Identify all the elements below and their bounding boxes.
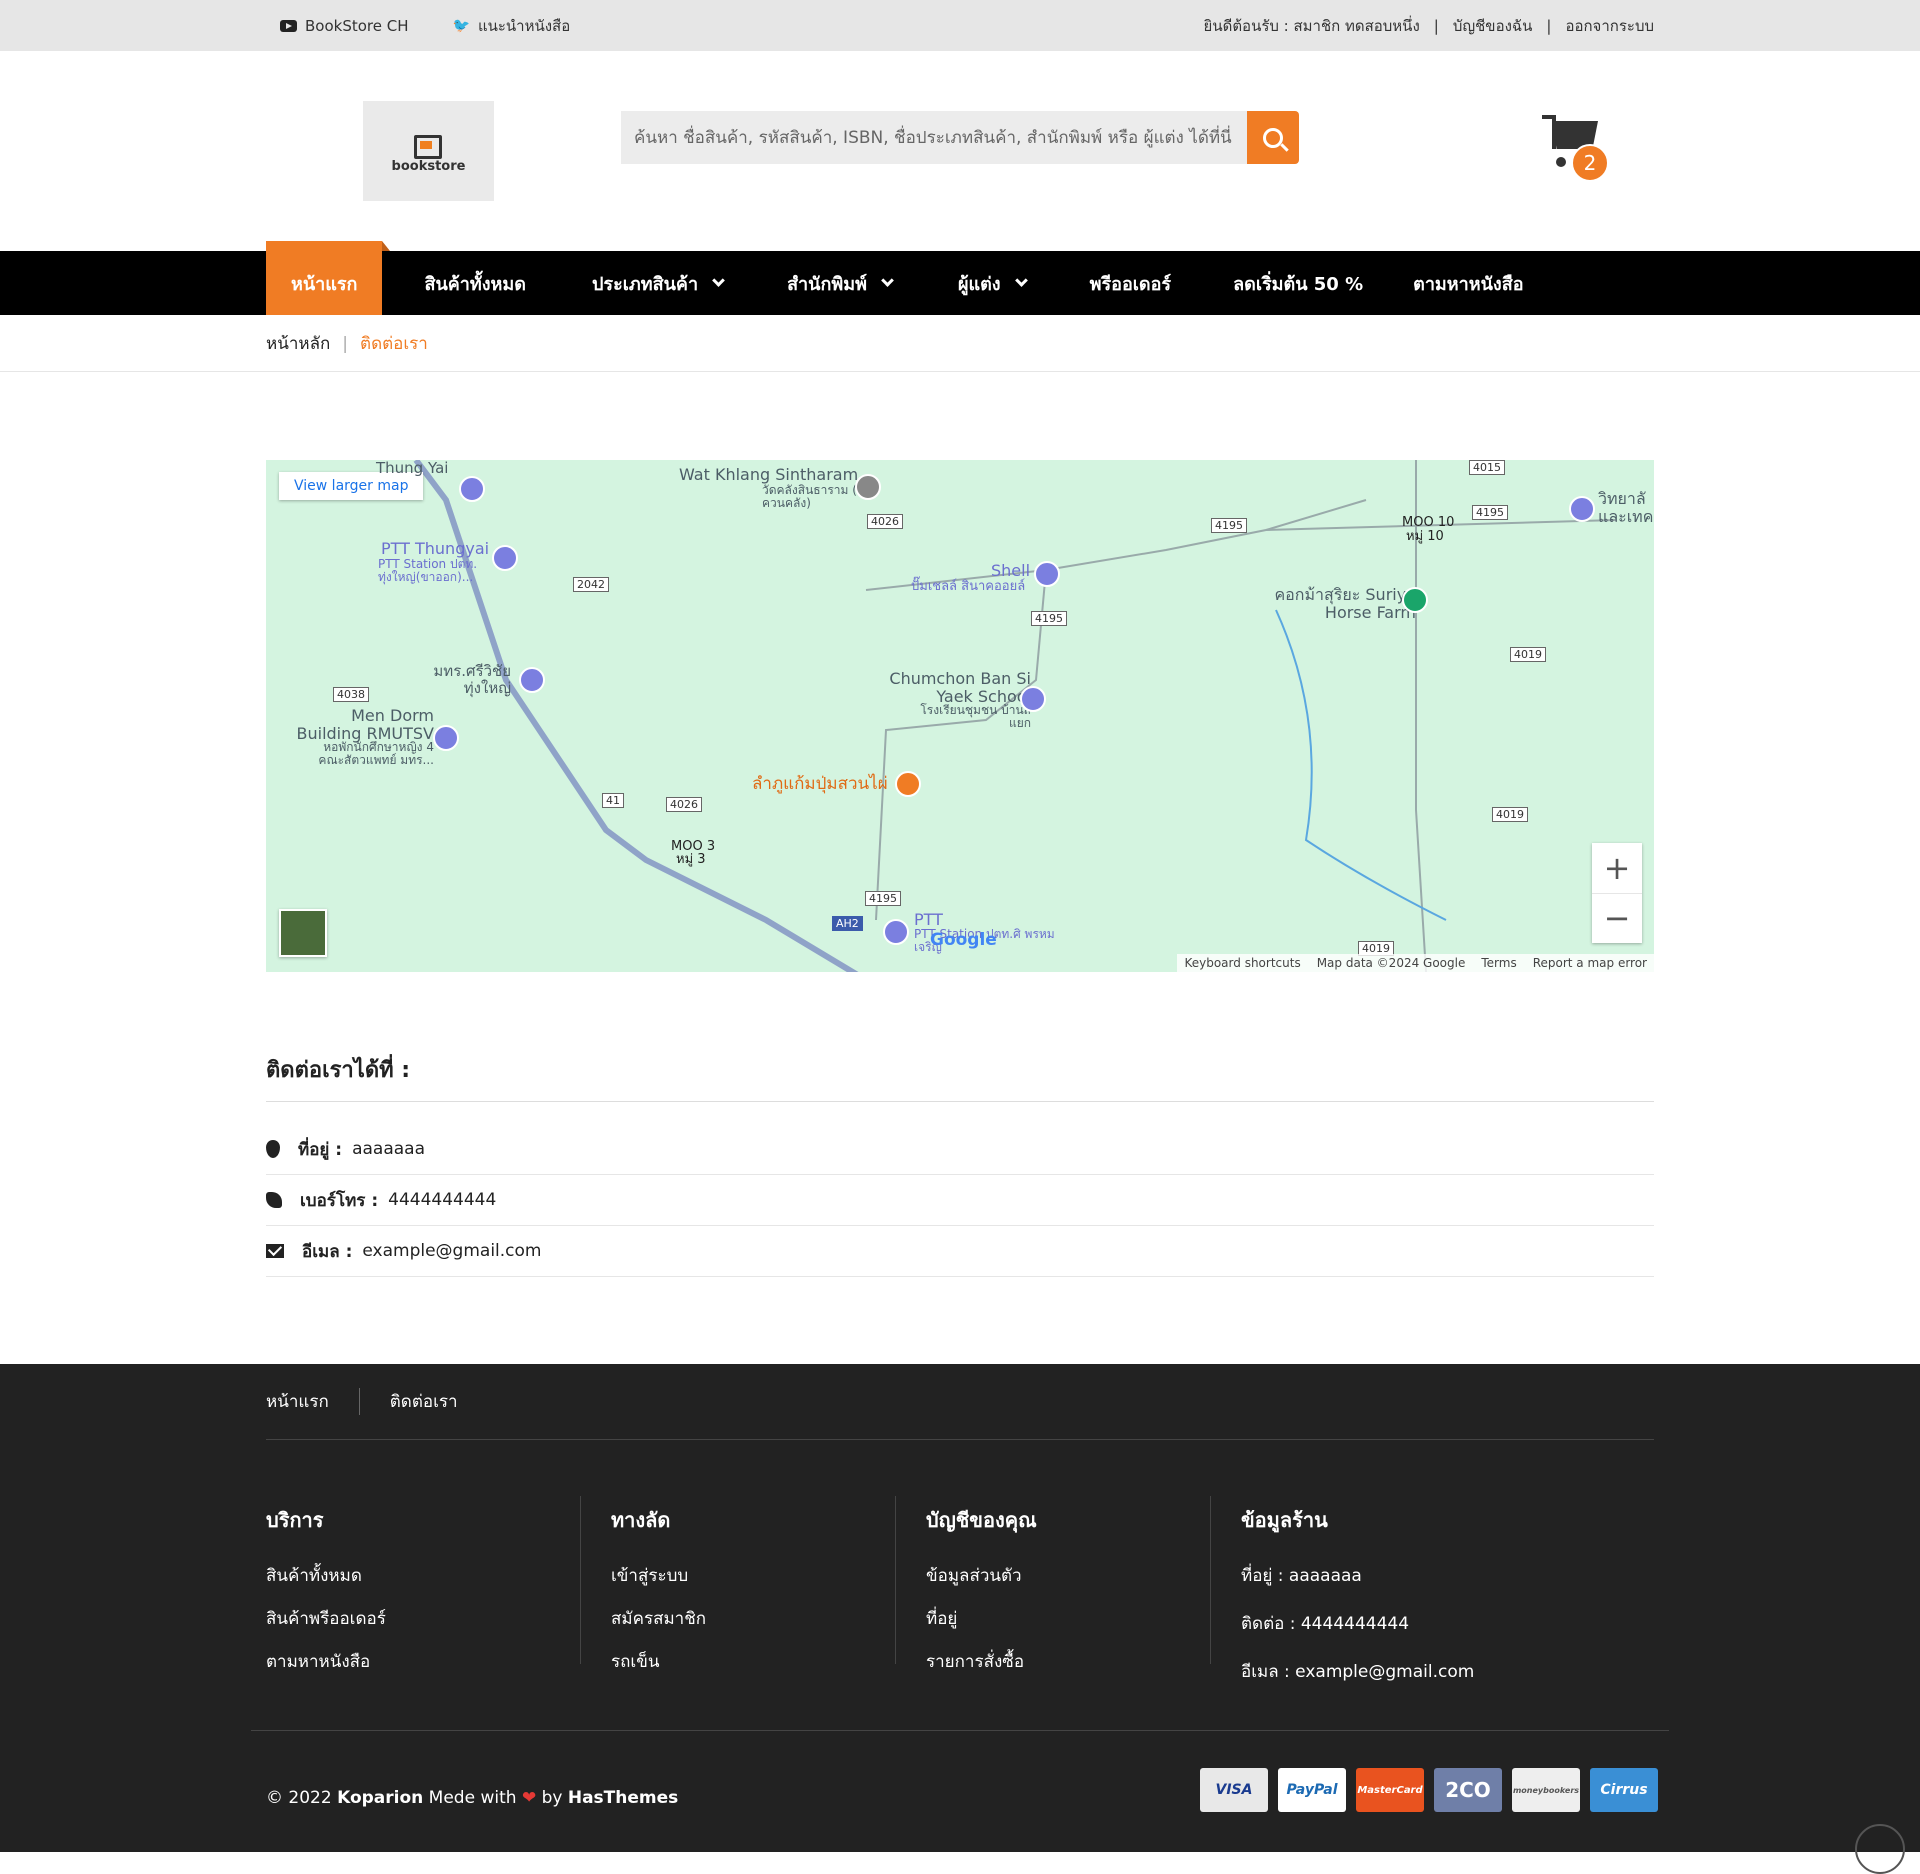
nav-preorder[interactable]: พรีออเดอร์ [1090,251,1171,315]
footer: หน้าแรก ติดต่อเรา บริการ สินค้าทั้งหมด ส… [0,1364,1920,1874]
chevron-down-icon [712,273,725,287]
horse-farm-pin-icon[interactable] [1402,587,1428,613]
footer-col-store-info: ข้อมูลร้าน ที่อยู่ : aaaaaaa ติดต่อ : 44… [1241,1508,1475,1682]
twitter-link[interactable]: 🐦 แนะนำหนังสือ [453,14,571,38]
footer-link[interactable]: เข้าสู่ระบบ [611,1562,895,1589]
nav-categories[interactable]: ประเภทสินค้า [592,251,725,315]
terms-link[interactable]: Terms [1481,956,1516,970]
restaurant-pin-icon[interactable] [895,771,921,797]
mastercard-icon: MasterCard [1356,1768,1424,1812]
footer-link[interactable]: สินค้าพรีออเดอร์ [266,1605,580,1632]
youtube-link[interactable]: BookStore CH [280,14,409,38]
footer-col-services: บริการ สินค้าทั้งหมด สินค้าพรีออเดอร์ ตา… [266,1496,581,1672]
nav-sale[interactable]: ลดเริ่มต้น 50 % [1233,251,1363,315]
footer-link[interactable]: สมัครสมาชิก [611,1605,895,1632]
book-logo-icon [412,129,446,159]
footer-link-contact[interactable]: ติดต่อเรา [390,1388,458,1415]
school-pin-icon[interactable] [519,667,545,693]
heart-icon: ❤ [521,1788,537,1808]
nav-publishers[interactable]: สำนักพิมพ์ [787,251,894,315]
map-marker-icon [266,1140,280,1158]
zoom-out-button[interactable]: − [1592,894,1642,944]
nav-all-products[interactable]: สินค้าทั้งหมด [424,251,526,315]
2co-icon: 2CO [1434,1768,1502,1812]
gas-station-pin-icon[interactable] [1034,561,1060,587]
footer-link[interactable]: ตามหาหนังสือ [266,1648,580,1675]
breadcrumb-current: ติดต่อเรา [360,334,428,354]
top-bar: BookStore CH 🐦 แนะนำหนังสือ ยินดีต้อนรับ … [0,0,1920,51]
phone-icon [266,1192,282,1208]
youtube-icon [280,19,297,32]
map-zoom-controls: + − [1592,843,1642,943]
footer-col-shortcuts: ทางลัด เข้าสู่ระบบ สมัครสมาชิก รถเข็น [581,1496,896,1672]
contact-email-row: อีเมล : example@gmail.com [266,1226,1654,1277]
breadcrumb-home[interactable]: หน้าหลัก [266,330,330,357]
store-logo[interactable]: bookstore [363,101,494,201]
chevron-down-icon [881,273,894,287]
search-input[interactable] [621,111,1247,164]
school-pin-icon[interactable] [1569,496,1595,522]
envelope-icon [266,1244,284,1258]
school-pin-icon[interactable] [1020,686,1046,712]
welcome-text: ยินดีต้อนรับ : สมาชิก ทดสอบหนึ่ง [1203,16,1420,35]
google-map[interactable]: View larger map Thung Yai Wat Khlang Sin… [266,460,1654,972]
nav-home[interactable]: หน้าแรก [266,241,391,315]
footer-link-home[interactable]: หน้าแรก [266,1388,329,1415]
search-button[interactable] [1247,111,1299,164]
nav-authors[interactable]: ผู้แต่ง [958,251,1028,315]
visa-icon: VISA [1200,1768,1268,1812]
zoom-in-button[interactable]: + [1592,843,1642,894]
gas-station-pin-icon[interactable] [492,545,518,571]
cart-button[interactable]: 2 [1540,111,1620,182]
gas-station-pin-icon[interactable] [883,919,909,945]
school-pin-icon[interactable] [459,476,485,502]
chevron-down-icon [1014,273,1028,287]
footer-link[interactable]: ที่อยู่ [926,1605,1210,1632]
footer-col-account: บัญชีของคุณ ข้อมูลส่วนตัว ที่อยู่ รายการ… [896,1496,1211,1672]
keyboard-shortcuts-link[interactable]: Keyboard shortcuts [1184,956,1300,970]
twitter-icon: 🐦 [452,17,470,34]
contact-address-row: ที่อยู่ : aaaaaaa [266,1124,1654,1175]
my-account-link[interactable]: บัญชีของฉัน [1453,14,1533,38]
contact-title: ติดต่อเราได้ที่ : [266,1052,1654,1102]
logout-link[interactable]: ออกจากระบบ [1565,14,1654,38]
main-nav: หน้าแรก สินค้าทั้งหมด ประเภทสินค้า สำนัก… [0,241,1920,315]
header: bookstore 2 [0,51,1920,251]
search-icon [1263,127,1283,148]
scroll-to-top-button[interactable] [1855,1824,1905,1874]
footer-links: หน้าแรก ติดต่อเรา [266,1388,1654,1440]
google-logo: Google [930,930,997,950]
satellite-toggle[interactable] [279,909,327,957]
breadcrumb: หน้าหลัก | ติดต่อเรา [0,315,1920,372]
payment-methods: VISA PayPal MasterCard 2CO moneybookers … [1200,1768,1658,1812]
school-pin-icon[interactable] [433,725,459,751]
footer-link[interactable]: รายการสั่งซื้อ [926,1648,1210,1675]
report-error-link[interactable]: Report a map error [1533,956,1647,970]
contact-section: ติดต่อเราได้ที่ : ที่อยู่ : aaaaaaa เบอร… [266,1052,1654,1277]
copyright: © 2022 Koparion Mede with ❤ by HasThemes [266,1788,679,1808]
search-bar [621,111,1299,164]
map-attribution: Keyboard shortcuts Map data ©2024 Google… [1177,954,1654,972]
cirrus-icon: Cirrus [1590,1768,1658,1812]
cart-count-badge: 2 [1571,144,1609,182]
paypal-icon: PayPal [1278,1768,1346,1812]
temple-pin-icon[interactable] [855,474,881,500]
contact-phone-row: เบอร์โทร : 4444444444 [266,1175,1654,1226]
nav-find-book[interactable]: ตามหาหนังสือ [1413,251,1523,315]
footer-link[interactable]: สินค้าทั้งหมด [266,1562,580,1589]
moneybookers-icon: moneybookers [1512,1768,1580,1812]
footer-link[interactable]: ข้อมูลส่วนตัว [926,1562,1210,1589]
footer-link[interactable]: รถเข็น [611,1648,895,1675]
hasthemes-link[interactable]: HasThemes [568,1788,678,1808]
